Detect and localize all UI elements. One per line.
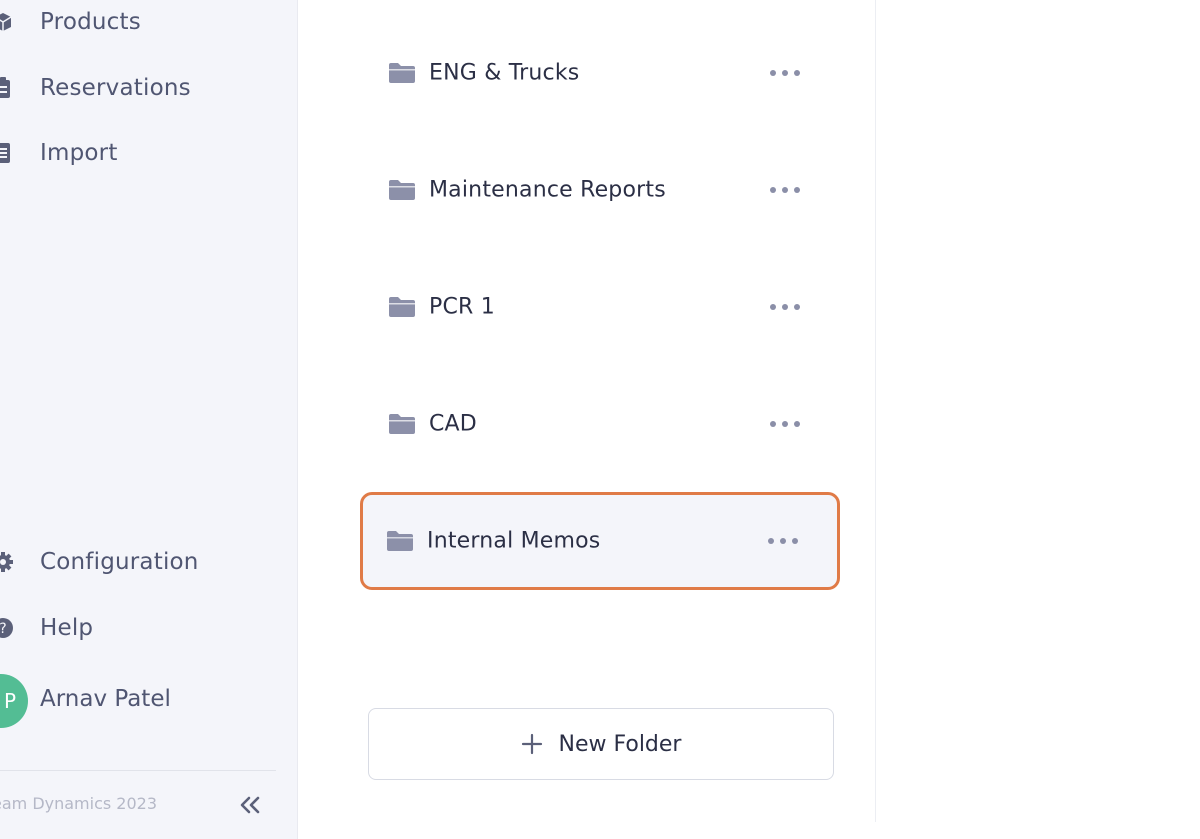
folder-item[interactable]: PCR 1 [362, 260, 834, 354]
folder-item[interactable]: ENG & Trucks [362, 26, 834, 120]
sidebar-item-help[interactable]: ? Help [0, 608, 290, 648]
folder-icon [389, 414, 415, 434]
more-options-button[interactable] [770, 417, 800, 431]
sidebar-item-label: Products [40, 9, 141, 35]
help-icon: ? [0, 617, 14, 639]
avatar-initial: P [3, 689, 16, 713]
folder-panel: ENG & Trucks Maintenance Reports PCR 1 C… [298, 0, 876, 822]
more-options-button[interactable] [768, 534, 798, 548]
folder-icon [389, 63, 415, 83]
sidebar-footer-text: eam Dynamics 2023 [0, 794, 158, 813]
sidebar-item-products[interactable]: Products [0, 2, 290, 42]
import-icon [0, 142, 14, 164]
new-folder-label: New Folder [558, 731, 682, 757]
sidebar-item-import[interactable]: Import [0, 133, 290, 173]
folder-name: CAD [429, 411, 477, 437]
sidebar-item-label: Reservations [40, 75, 191, 101]
sidebar: Products Reservations Import Configurati… [0, 0, 298, 839]
sidebar-item-reservations[interactable]: Reservations [0, 68, 290, 108]
sidebar-item-configuration[interactable]: Configuration [0, 542, 290, 582]
folder-name: ENG & Trucks [429, 60, 580, 86]
folder-icon [389, 180, 415, 200]
svg-text:?: ? [0, 621, 7, 637]
products-icon [0, 11, 14, 33]
folder-icon [389, 297, 415, 317]
sidebar-item-label: Configuration [40, 549, 199, 575]
double-chevron-left-icon [240, 796, 260, 814]
sidebar-item-label: Help [40, 615, 94, 641]
user-name[interactable]: Arnav Patel [40, 686, 171, 712]
folder-item[interactable]: Maintenance Reports [362, 143, 834, 237]
reservations-icon [0, 77, 14, 99]
more-options-button[interactable] [770, 300, 800, 314]
avatar[interactable]: P [0, 674, 28, 728]
folder-name: PCR 1 [429, 294, 495, 320]
gear-icon [0, 551, 14, 573]
folder-item-selected[interactable]: Internal Memos [360, 492, 840, 590]
more-options-button[interactable] [770, 66, 800, 80]
more-options-button[interactable] [770, 183, 800, 197]
folder-item[interactable]: CAD [362, 377, 834, 471]
sidebar-item-label: Import [40, 140, 118, 166]
collapse-sidebar-button[interactable] [234, 790, 266, 820]
folder-name: Maintenance Reports [429, 177, 666, 203]
new-folder-button[interactable]: New Folder [368, 708, 834, 780]
folder-name: Internal Memos [427, 528, 601, 554]
plus-icon [521, 733, 542, 755]
content-panel [877, 0, 1200, 839]
folder-icon [387, 531, 413, 551]
sidebar-divider [0, 770, 276, 771]
